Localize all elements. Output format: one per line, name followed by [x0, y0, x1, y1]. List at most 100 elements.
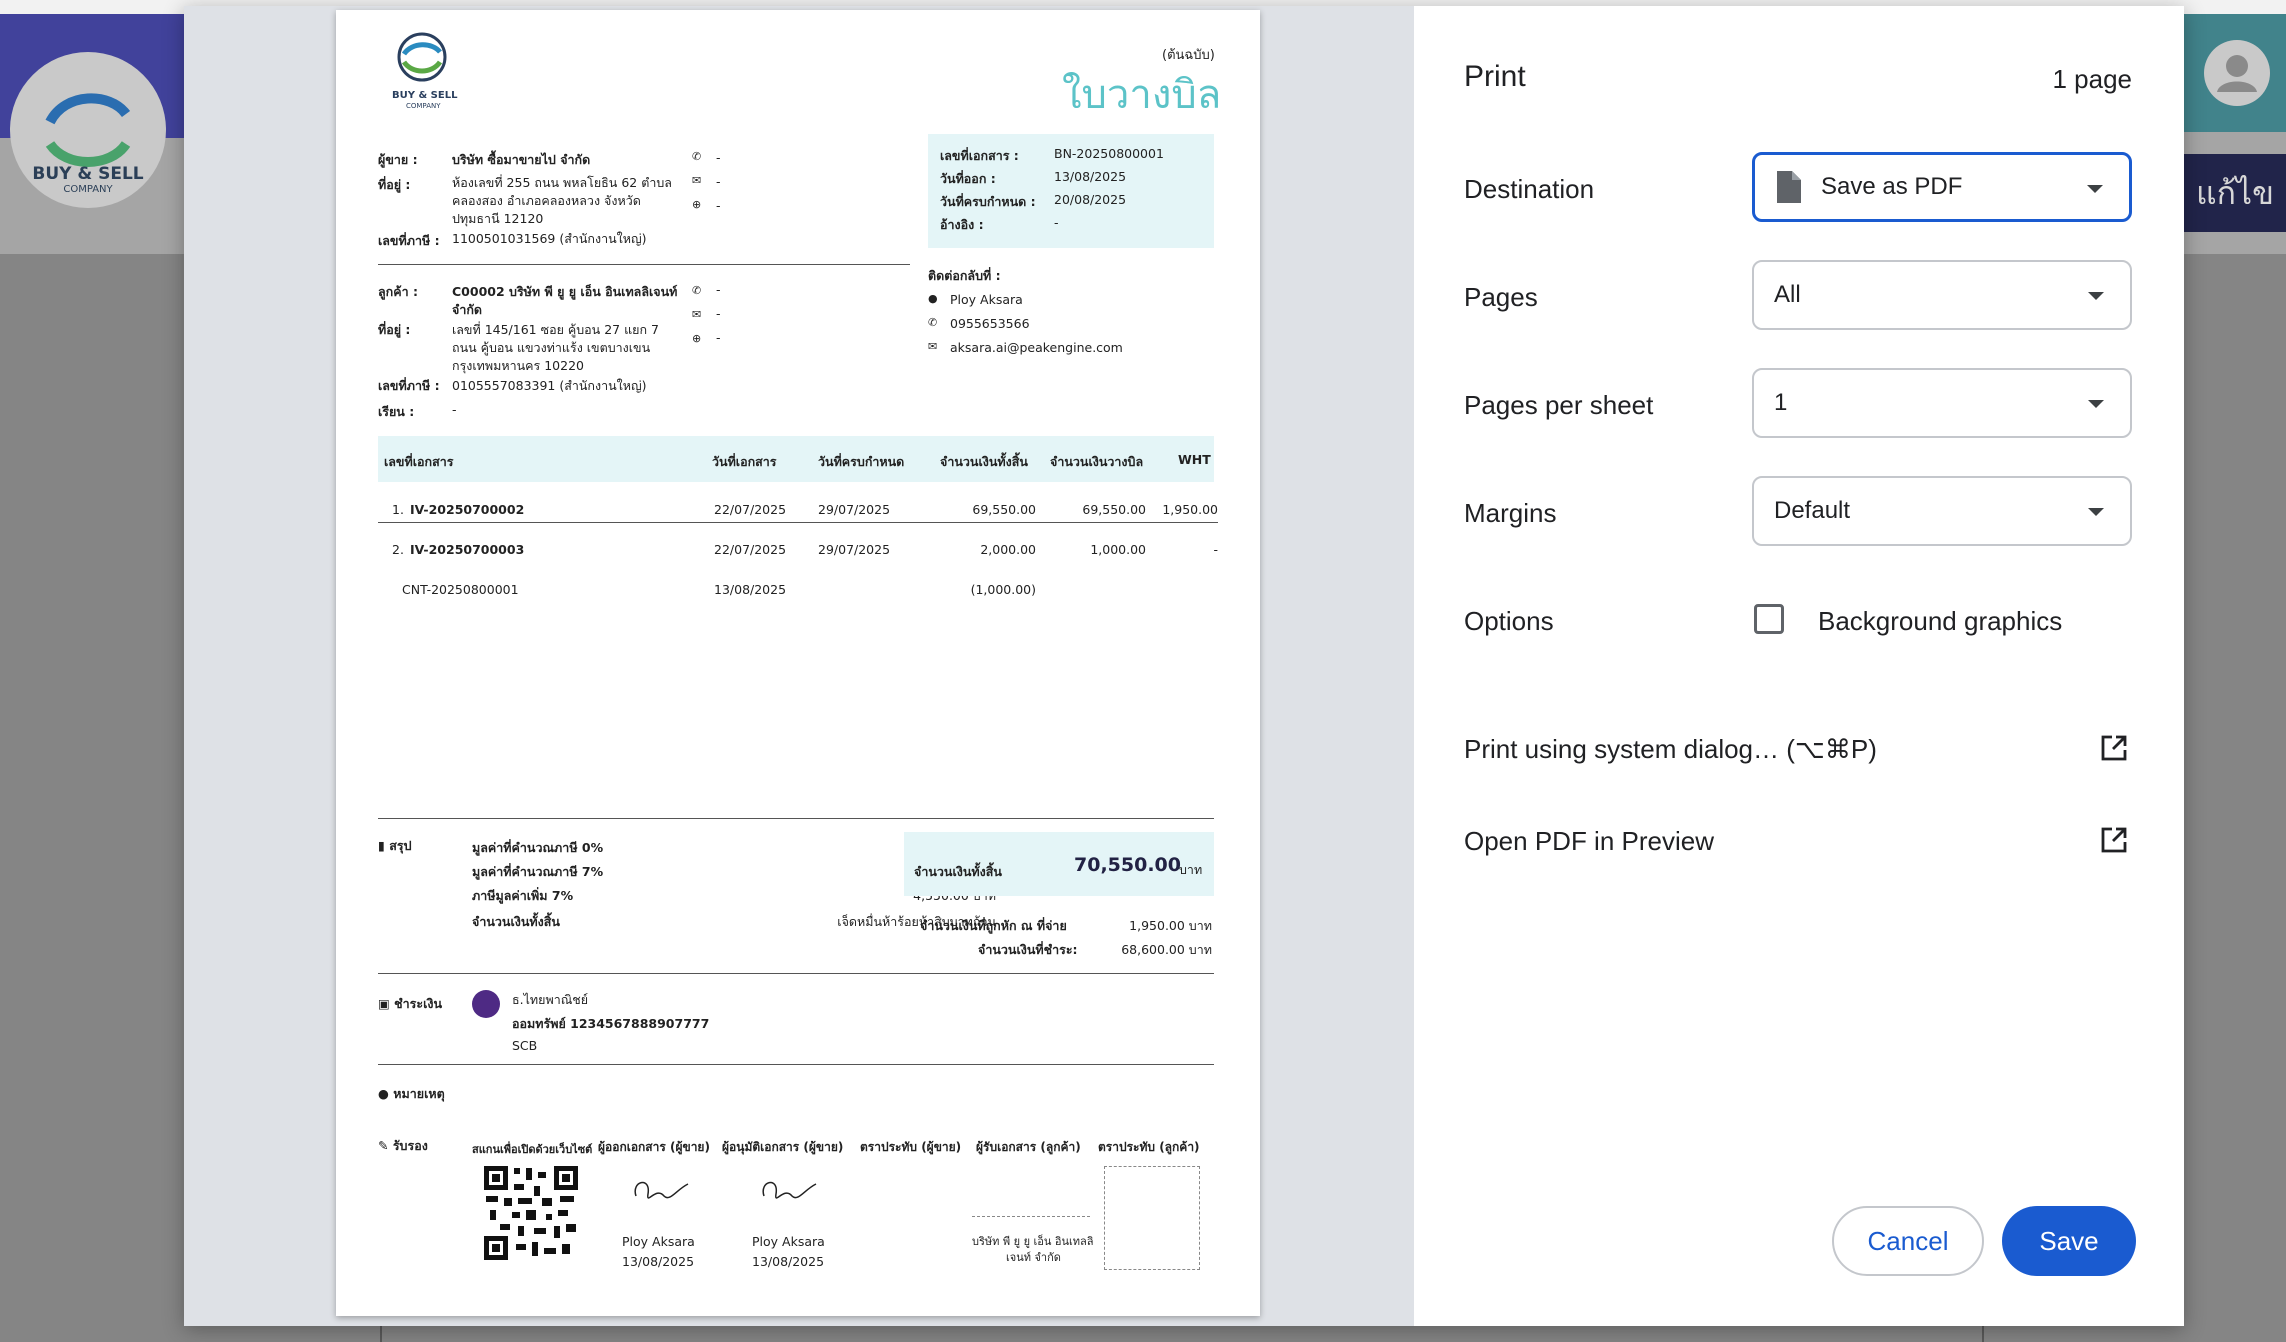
seller-email: - [716, 174, 721, 189]
grand-total-unit: บาท [1179, 862, 1203, 877]
edit-button[interactable]: แก้ไข [2184, 154, 2286, 232]
open-external-icon[interactable] [2100, 734, 2128, 762]
customer-email: - [716, 306, 721, 321]
destination-label: Destination [1464, 174, 1595, 204]
withheld-value: 1,950.00 บาท [1129, 918, 1212, 933]
grand-total-label: จำนวนเงินทั้งสิ้น [914, 864, 1002, 879]
document-icon [1777, 171, 1801, 203]
customer-tax-label: เลขที่ภาษี : [378, 378, 440, 393]
pages-select[interactable]: All [1752, 260, 2132, 330]
customer-address-label: ที่อยู่ : [378, 322, 411, 337]
row-doc: IV-20250700003 [410, 542, 525, 557]
mail-icon: ✉ [928, 340, 938, 353]
margins-label: Margins [1464, 498, 1557, 528]
summary-row-label: ภาษีมูลค่าเพิ่ม 7% [472, 888, 574, 903]
payment-label: ▣ ชำระเงิน [378, 994, 442, 1014]
margins-select[interactable]: Default [1752, 476, 2132, 546]
issuer-date: 13/08/2025 [622, 1254, 695, 1269]
pages-per-sheet-select[interactable]: 1 [1752, 368, 2132, 438]
cancel-button[interactable]: Cancel [1832, 1206, 1984, 1276]
document-logo-text: BUY & SELL [392, 90, 458, 101]
pages-value: All [1774, 281, 1801, 308]
margins-value: Default [1774, 497, 1851, 524]
chevron-down-icon [2088, 508, 2104, 516]
background-graphics-checkbox[interactable] [1754, 604, 1784, 634]
chevron-down-icon [2087, 185, 2103, 193]
qr-code-icon[interactable] [482, 1164, 580, 1262]
system-dialog-link[interactable]: Print using system dialog… (⌥⌘P) [1464, 734, 1877, 765]
avatar[interactable] [2204, 40, 2270, 106]
grand-total-value: 70,550.00 [1074, 854, 1181, 876]
app-content-frame [380, 1325, 1984, 1342]
approver-name: Ploy Aksara [752, 1234, 825, 1249]
customer-address-line2: ถนน คู้บอน แขวงท่าแร้ง เขตบางเขน [452, 340, 651, 355]
customer-stamp-label: ตราประทับ (ลูกค้า) [1098, 1140, 1200, 1154]
customer-address-line1: เลขที่ 145/161 ซอย คู้บอน 27 แยก 7 [452, 322, 659, 337]
divider [378, 522, 1218, 523]
withheld-label: จำนวนเงินที่ถูกหัก ณ ที่จ่าย [920, 918, 1067, 933]
issuer-signature [634, 1181, 689, 1199]
customer-address-line3: กรุงเทพมหานคร 10220 [452, 358, 584, 373]
subrow-doc: CNT-20250800001 [402, 582, 519, 597]
row-due: 29/07/2025 [818, 502, 891, 517]
print-settings-panel: Print 1 page Destination Save as PDF Pag… [1414, 6, 2184, 1326]
attention-value: - [452, 402, 457, 417]
remark-label-text: หมายเหตุ [393, 1086, 445, 1101]
background-graphics-label: Background graphics [1818, 606, 2063, 636]
document-logo-subtext: COMPANY [406, 102, 441, 110]
app-logo[interactable]: BUY & SELL COMPANY [10, 52, 166, 208]
seller-name: บริษัท ซื้อมาขายไป จำกัด [452, 152, 591, 167]
contact-phone: 0955653566 [950, 316, 1030, 331]
seller-phone: - [716, 150, 721, 165]
user-icon [2217, 55, 2257, 92]
seller-stamp-label: ตราประทับ (ผู้ขาย) [860, 1140, 962, 1154]
attention-label: เรียน : [378, 404, 415, 419]
approver-label: ผู้อนุมัติเอกสาร (ผู้ขาย) [722, 1140, 844, 1154]
payable-value: 68,600.00 บาท [1121, 942, 1212, 957]
bank-name: ธ.ไทยพาณิชย์ [512, 992, 589, 1007]
document-title: ใบวางบิล [1062, 72, 1222, 118]
subrow-date: 13/08/2025 [714, 582, 787, 597]
summary-row-label: มูลค่าที่คำนวณภาษี 0% [472, 840, 604, 855]
bank-code: SCB [512, 1038, 538, 1053]
contact-name: Ploy Aksara [950, 292, 1023, 307]
due-date-value: 20/08/2025 [1054, 192, 1127, 207]
destination-select[interactable]: Save as PDF [1752, 152, 2132, 222]
divider [378, 818, 1214, 819]
table-header-billed: จำนวนเงินวางบิล [1050, 454, 1144, 469]
comment-icon: ● [378, 1086, 389, 1101]
row-date: 22/07/2025 [714, 542, 787, 557]
payable-label: จำนวนเงินที่ชำระ: [978, 942, 1078, 957]
contact-email: aksara.ai@peakengine.com [950, 340, 1123, 355]
seller-tax-label: เลขที่ภาษี : [378, 233, 440, 248]
customer-label: ลูกค้า : [378, 284, 418, 299]
reference-label: อ้างอิง : [940, 217, 984, 232]
due-date-label: วันที่ครบกำหนด : [940, 194, 1036, 209]
open-pdf-link[interactable]: Open PDF in Preview [1464, 826, 1714, 857]
open-external-icon[interactable] [2100, 826, 2128, 854]
row-date: 22/07/2025 [714, 502, 787, 517]
row-wht: - [1213, 542, 1218, 557]
table-header-doc: เลขที่เอกสาร [384, 454, 454, 469]
person-icon: ● [928, 292, 938, 305]
pages-label: Pages [1464, 282, 1538, 312]
doc-no-label: เลขที่เอกสาร : [940, 148, 1019, 163]
company-logo-icon [397, 32, 447, 82]
table-row: 2. IV-20250700003 22/07/2025 29/07/2025 … [336, 530, 1260, 566]
table-header-due: วันที่ครบกำหนด [818, 454, 905, 469]
save-button[interactable]: Save [2002, 1206, 2136, 1276]
customer-phone: - [716, 282, 721, 297]
table-subrow: CNT-20250800001 13/08/2025 (1,000.00) [336, 570, 1260, 600]
phone-icon: ✆ [692, 150, 702, 163]
doc-no-value: BN-20250800001 [1054, 146, 1164, 161]
mail-icon: ✉ [692, 174, 702, 187]
row-number: 1. [392, 502, 404, 517]
approver-signature [762, 1181, 817, 1199]
globe-icon: ⊕ [692, 332, 702, 345]
seller-label: ผู้ขาย : [378, 152, 418, 167]
summary-label: ▮ สรุป [378, 836, 412, 856]
customer-name-line2: จำกัด [452, 302, 483, 317]
subrow-total: (1,000.00) [970, 582, 1036, 597]
seller-address-label: ที่อยู่ : [378, 177, 411, 192]
page-count: 1 page [2052, 64, 2132, 94]
